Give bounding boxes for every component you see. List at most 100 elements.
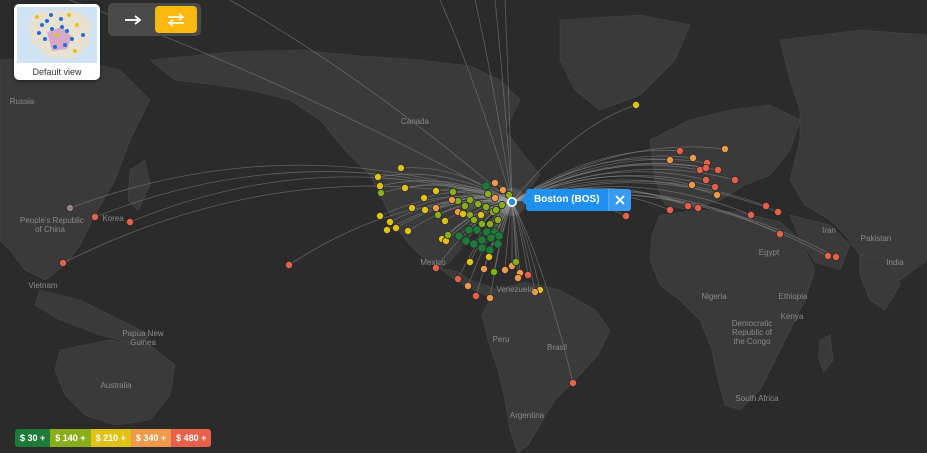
destination-marker[interactable]: [471, 291, 480, 300]
destination-marker[interactable]: [284, 260, 293, 269]
destination-marker[interactable]: [688, 180, 697, 189]
thumbnail-marker: [43, 37, 47, 41]
destination-marker[interactable]: [676, 146, 685, 155]
destination-marker[interactable]: [476, 210, 485, 219]
destination-marker[interactable]: [512, 257, 521, 266]
destination-marker[interactable]: [461, 236, 471, 246]
destination-marker[interactable]: [375, 211, 384, 220]
thumbnail-marker: [49, 13, 53, 17]
destination-marker[interactable]: [702, 175, 711, 184]
destination-marker[interactable]: [774, 207, 783, 216]
destination-marker[interactable]: [419, 193, 428, 202]
destination-marker[interactable]: [440, 216, 449, 225]
destination-marker[interactable]: [721, 144, 730, 153]
destination-marker[interactable]: [491, 205, 500, 214]
destination-marker[interactable]: [684, 201, 693, 210]
destination-marker[interactable]: [458, 209, 467, 218]
destination-marker[interactable]: [490, 178, 499, 187]
destination-marker[interactable]: [59, 258, 68, 267]
destination-marker[interactable]: [489, 267, 498, 276]
destination-marker[interactable]: [375, 181, 384, 190]
destination-marker[interactable]: [385, 217, 394, 226]
destination-marker[interactable]: [500, 265, 509, 274]
destination-marker[interactable]: [711, 182, 720, 191]
destination-marker[interactable]: [490, 193, 499, 202]
destination-marker[interactable]: [832, 252, 841, 261]
destination-marker[interactable]: [407, 203, 416, 212]
destination-marker[interactable]: [694, 203, 703, 212]
destination-marker[interactable]: [485, 245, 495, 255]
destination-marker[interactable]: [747, 210, 756, 219]
destination-marker[interactable]: [477, 235, 487, 245]
destination-marker[interactable]: [569, 378, 578, 387]
destination-marker[interactable]: [713, 190, 722, 199]
destination-marker[interactable]: [689, 153, 698, 162]
destination-marker[interactable]: [403, 226, 412, 235]
destination-marker[interactable]: [448, 187, 457, 196]
destination-marker[interactable]: [484, 252, 493, 261]
default-view-label: Default view: [32, 67, 82, 77]
destination-marker[interactable]: [396, 163, 405, 172]
destination-marker[interactable]: [477, 243, 487, 253]
destination-marker[interactable]: [493, 239, 503, 249]
destination-marker[interactable]: [376, 188, 385, 197]
country-label: Korea: [102, 214, 124, 223]
default-view-preview: [17, 7, 97, 63]
destination-marker[interactable]: [481, 202, 490, 211]
destination-marker[interactable]: [486, 233, 496, 243]
destination-marker[interactable]: [497, 200, 506, 209]
round-trip-button[interactable]: [155, 6, 197, 33]
destination-marker[interactable]: [485, 219, 494, 228]
destination-marker[interactable]: [400, 183, 409, 192]
destination-marker[interactable]: [483, 189, 492, 198]
destination-marker[interactable]: [433, 210, 442, 219]
destination-marker[interactable]: [464, 225, 474, 235]
country-label: People's Republic of China: [20, 216, 84, 234]
origin-close-button[interactable]: [607, 189, 631, 211]
destination-marker[interactable]: [702, 163, 711, 172]
destination-marker[interactable]: [472, 225, 482, 235]
destination-marker[interactable]: [391, 223, 400, 232]
origin-popup: Boston (BOS): [521, 189, 631, 211]
thumbnail-marker: [60, 25, 64, 29]
destination-marker[interactable]: [666, 155, 675, 164]
destination-marker[interactable]: [731, 175, 740, 184]
thumbnail-marker: [73, 49, 77, 53]
destination-marker[interactable]: [498, 185, 507, 194]
destination-marker[interactable]: [453, 274, 462, 283]
destination-marker[interactable]: [420, 205, 429, 214]
destination-marker[interactable]: [443, 230, 452, 239]
country-label: Papua New Guinea: [122, 329, 164, 347]
country-label: Russia: [9, 97, 35, 106]
default-view-thumbnail[interactable]: Default view: [14, 4, 100, 80]
destination-marker[interactable]: [514, 273, 523, 282]
one-way-button[interactable]: [112, 6, 154, 33]
destination-marker[interactable]: [373, 172, 382, 181]
destination-marker[interactable]: [463, 281, 472, 290]
destination-marker[interactable]: [494, 231, 504, 241]
destination-marker[interactable]: [469, 239, 479, 249]
destination-marker[interactable]: [382, 225, 391, 234]
destination-marker[interactable]: [465, 195, 474, 204]
destination-marker[interactable]: [473, 199, 482, 208]
destination-marker[interactable]: [622, 211, 631, 220]
inactive-marker: [67, 205, 73, 211]
destination-marker[interactable]: [824, 251, 833, 260]
destination-marker[interactable]: [632, 101, 641, 110]
destination-marker[interactable]: [479, 264, 488, 273]
destination-marker[interactable]: [447, 195, 456, 204]
destination-marker[interactable]: [481, 181, 491, 191]
destination-marker[interactable]: [762, 201, 771, 210]
destination-marker[interactable]: [465, 257, 474, 266]
destination-marker[interactable]: [493, 215, 502, 224]
destination-marker[interactable]: [524, 270, 533, 279]
destination-marker[interactable]: [431, 203, 440, 212]
destination-marker[interactable]: [469, 215, 478, 224]
destination-marker[interactable]: [666, 205, 675, 214]
destination-marker[interactable]: [460, 201, 469, 210]
destination-marker[interactable]: [776, 229, 785, 238]
origin-label[interactable]: Boston (BOS): [526, 189, 608, 211]
destination-marker[interactable]: [714, 165, 723, 174]
destination-marker[interactable]: [485, 293, 494, 302]
destination-marker[interactable]: [431, 186, 440, 195]
